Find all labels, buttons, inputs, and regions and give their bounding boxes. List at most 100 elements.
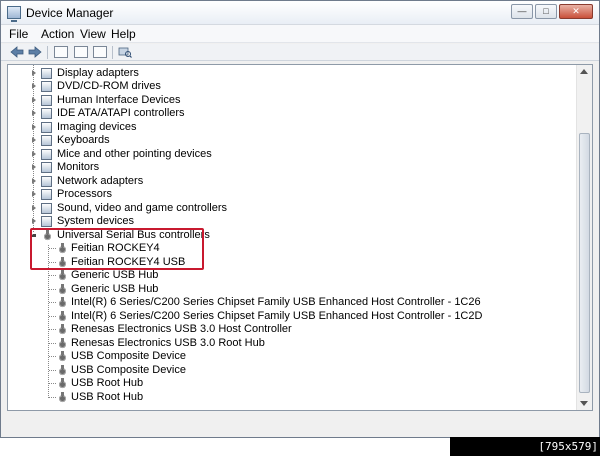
forward-arrow-icon[interactable] bbox=[28, 46, 42, 58]
tree-item-label: Renesas Electronics USB 3.0 Root Hub bbox=[71, 337, 265, 349]
expand-arrow-icon[interactable] bbox=[32, 191, 36, 197]
tree-item-usb-device[interactable]: Intel(R) 6 Series/C200 Series Chipset Fa… bbox=[8, 310, 568, 323]
vertical-scrollbar[interactable] bbox=[576, 65, 592, 410]
window-title: Device Manager bbox=[26, 6, 114, 20]
imaging-icon bbox=[41, 122, 52, 133]
maximize-button[interactable]: □ bbox=[535, 4, 557, 19]
tree-item-usb-device[interactable]: Intel(R) 6 Series/C200 Series Chipset Fa… bbox=[8, 296, 568, 309]
tree-item-label: USB Composite Device bbox=[71, 364, 186, 376]
tree-item-mice[interactable]: Mice and other pointing devices bbox=[8, 148, 568, 161]
help-icon[interactable] bbox=[74, 46, 88, 58]
expand-arrow-icon[interactable] bbox=[32, 70, 36, 76]
tree-connector bbox=[49, 302, 57, 303]
tree-item-imaging-devices[interactable]: Imaging devices bbox=[8, 121, 568, 134]
expand-arrow-icon[interactable] bbox=[32, 124, 36, 130]
tree-item-usb-device[interactable]: Renesas Electronics USB 3.0 Host Control… bbox=[8, 323, 568, 336]
usb-device-icon bbox=[58, 270, 67, 281]
processor-icon bbox=[41, 189, 52, 200]
expand-arrow-icon[interactable] bbox=[32, 205, 36, 211]
expand-arrow-icon[interactable] bbox=[32, 110, 36, 116]
window-controls: — □ ✕ bbox=[511, 4, 593, 19]
usb-device-icon bbox=[58, 378, 67, 389]
usb-device-icon bbox=[58, 284, 67, 295]
expand-arrow-icon[interactable] bbox=[32, 83, 36, 89]
tree-item-processors[interactable]: Processors bbox=[8, 188, 568, 201]
tree-item-dvd-cd-rom-drives[interactable]: DVD/CD-ROM drives bbox=[8, 80, 568, 93]
menu-file[interactable]: File bbox=[9, 27, 28, 41]
tree-connector bbox=[49, 397, 57, 398]
tree-connector bbox=[49, 275, 57, 276]
scroll-down-icon[interactable] bbox=[580, 401, 588, 406]
tree-item-label: Processors bbox=[57, 188, 113, 200]
tree-item-usb-device[interactable]: USB Composite Device bbox=[8, 364, 568, 377]
tree-item-usb-device[interactable]: Generic USB Hub bbox=[8, 269, 568, 282]
tree-item-usb-device[interactable]: Generic USB Hub bbox=[8, 283, 568, 296]
tree-item-usb-device[interactable]: Renesas Electronics USB 3.0 Root Hub bbox=[8, 337, 568, 350]
close-button[interactable]: ✕ bbox=[559, 4, 593, 19]
tree-item-label: Generic USB Hub bbox=[71, 283, 159, 295]
display-adapter-icon bbox=[41, 68, 52, 79]
tree-item-label: Intel(R) 6 Series/C200 Series Chipset Fa… bbox=[71, 296, 481, 308]
view-icon[interactable] bbox=[93, 46, 107, 58]
tree-connector bbox=[49, 316, 57, 317]
tree-item-display-adapters[interactable]: Display adapters bbox=[8, 67, 568, 80]
tree-item-network-adapters[interactable]: Network adapters bbox=[8, 175, 568, 188]
expand-arrow-icon[interactable] bbox=[32, 151, 36, 157]
tree-connector bbox=[49, 383, 57, 384]
keyboard-icon bbox=[41, 135, 52, 146]
tree-item-ide-controllers[interactable]: IDE ATA/ATAPI controllers bbox=[8, 107, 568, 120]
watermark: [795x579] http://upic.me/ bbox=[450, 437, 600, 472]
tree-item-label: Sound, video and game controllers bbox=[57, 202, 227, 214]
expand-arrow-icon[interactable] bbox=[32, 164, 36, 170]
scan-hardware-icon[interactable] bbox=[118, 46, 132, 58]
tree-item-label: Renesas Electronics USB 3.0 Host Control… bbox=[71, 323, 292, 335]
sound-icon bbox=[41, 203, 52, 214]
toolbar-separator bbox=[112, 46, 113, 59]
back-arrow-icon[interactable] bbox=[10, 46, 24, 58]
usb-device-icon bbox=[58, 311, 67, 322]
usb-device-icon bbox=[58, 392, 67, 403]
expand-arrow-icon[interactable] bbox=[32, 137, 36, 143]
scroll-thumb[interactable] bbox=[579, 133, 590, 393]
scroll-up-icon[interactable] bbox=[580, 69, 588, 74]
tree-item-human-interface-devices[interactable]: Human Interface Devices bbox=[8, 94, 568, 107]
tree-item-sound-video[interactable]: Sound, video and game controllers bbox=[8, 202, 568, 215]
tree-item-usb-device[interactable]: USB Composite Device bbox=[8, 350, 568, 363]
tree-connector bbox=[49, 329, 57, 330]
tree-connector bbox=[49, 343, 57, 344]
expand-arrow-icon[interactable] bbox=[32, 218, 36, 224]
tree-connector bbox=[49, 356, 57, 357]
usb-device-icon bbox=[58, 351, 67, 362]
tree-item-label: Generic USB Hub bbox=[71, 269, 159, 281]
tree-item-usb-device[interactable]: USB Root Hub bbox=[8, 377, 568, 390]
tree-item-keyboards[interactable]: Keyboards bbox=[8, 134, 568, 147]
system-device-icon bbox=[41, 216, 52, 227]
tree-item-label: Intel(R) 6 Series/C200 Series Chipset Fa… bbox=[71, 310, 483, 322]
tree-item-label: Monitors bbox=[57, 161, 100, 173]
toolbar bbox=[1, 44, 599, 61]
expand-arrow-icon[interactable] bbox=[32, 97, 36, 103]
tree-item-label: System devices bbox=[57, 215, 135, 227]
usb-device-icon bbox=[58, 324, 67, 335]
properties-icon[interactable] bbox=[54, 46, 68, 58]
tree-item-system-devices[interactable]: System devices bbox=[8, 215, 568, 228]
menu-help[interactable]: Help bbox=[111, 27, 136, 41]
title-bar: Device Manager — □ ✕ bbox=[1, 1, 599, 25]
expand-arrow-icon[interactable] bbox=[32, 178, 36, 184]
tree-item-monitors[interactable]: Monitors bbox=[8, 161, 568, 174]
tree-item-label: Network adapters bbox=[57, 175, 144, 187]
usb-device-icon bbox=[58, 338, 67, 349]
device-manager-icon bbox=[7, 6, 21, 22]
mouse-icon bbox=[41, 149, 52, 160]
device-manager-window: Device Manager — □ ✕ File Action View He… bbox=[0, 0, 600, 438]
tree-item-usb-device[interactable]: USB Root Hub bbox=[8, 391, 568, 404]
tree-item-label: Mice and other pointing devices bbox=[57, 148, 212, 160]
device-tree: Display adapters DVD/CD-ROM drives Human… bbox=[7, 64, 593, 411]
minimize-button[interactable]: — bbox=[511, 4, 533, 19]
menu-action[interactable]: Action bbox=[41, 27, 74, 41]
monitor-icon bbox=[41, 162, 52, 173]
tree-item-label: USB Root Hub bbox=[71, 377, 144, 389]
menu-view[interactable]: View bbox=[80, 27, 106, 41]
toolbar-separator bbox=[47, 46, 48, 59]
tree-item-label: USB Composite Device bbox=[71, 350, 186, 362]
